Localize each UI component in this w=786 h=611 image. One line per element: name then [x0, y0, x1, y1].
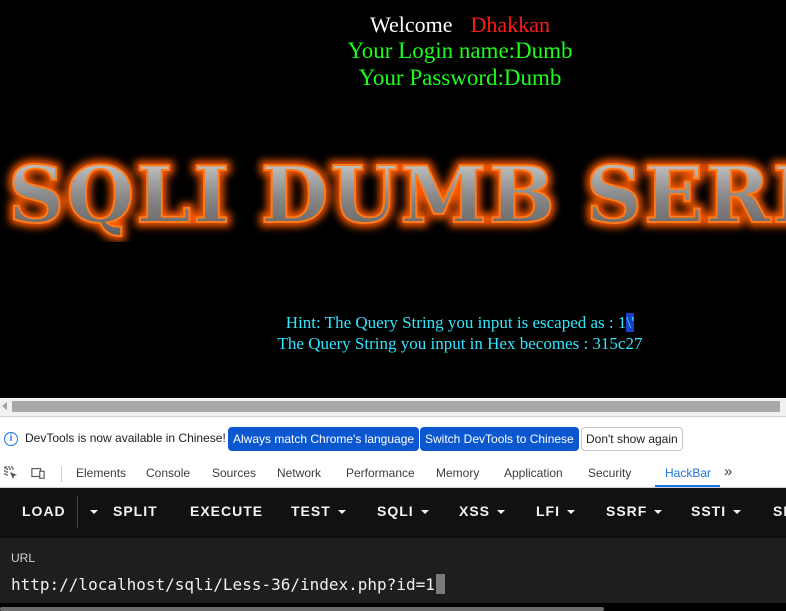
- execute-button[interactable]: EXECUTE: [190, 503, 263, 519]
- load-options-dropdown[interactable]: [83, 503, 98, 519]
- scrollbar-thumb[interactable]: [12, 401, 780, 412]
- tab-performance[interactable]: Performance: [346, 466, 415, 480]
- tab-elements[interactable]: Elements: [76, 466, 126, 480]
- chevron-down-icon: [654, 510, 663, 515]
- tab-network[interactable]: Network: [277, 466, 321, 480]
- devtools-tabbar: Elements Console Sources Network Perform…: [0, 460, 786, 488]
- chevron-down-icon: [420, 510, 429, 515]
- ssti-menu[interactable]: SSTI: [691, 503, 742, 519]
- tab-console[interactable]: Console: [146, 466, 190, 480]
- shell-menu[interactable]: SH: [773, 503, 786, 519]
- horizontal-scrollbar[interactable]: [0, 398, 786, 416]
- chevron-down-icon: [567, 510, 575, 515]
- tab-sources[interactable]: Sources: [212, 466, 256, 480]
- language-infobar: i DevTools is now available in Chinese! …: [0, 416, 786, 461]
- tab-memory[interactable]: Memory: [436, 466, 479, 480]
- chevron-down-icon: [497, 510, 506, 515]
- dont-show-again-button[interactable]: Don't show again: [581, 427, 683, 451]
- test-menu[interactable]: TEST: [291, 503, 346, 519]
- svg-text:SQLI DUMB SERIES: SQLI DUMB SERIES: [8, 150, 786, 241]
- url-panel: URL http://localhost/sqli/Less-36/index.…: [0, 538, 786, 603]
- infobar-message: DevTools is now available in Chinese!: [25, 431, 226, 445]
- tabbar-divider: [61, 466, 62, 482]
- scroll-left-icon[interactable]: [2, 402, 7, 410]
- banner-graphic: SQLI DUMB SERIES SQLI DUMB SERIES: [4, 146, 786, 243]
- tab-application[interactable]: Application: [504, 466, 563, 480]
- more-tabs-icon[interactable]: »: [724, 463, 732, 480]
- escaped-hint: Hint: The Query String you input is esca…: [0, 313, 786, 333]
- devtools-panel: i DevTools is now available in Chinese! …: [0, 416, 786, 611]
- text-cursor: [435, 574, 445, 594]
- split-button[interactable]: SPLIT: [113, 503, 158, 519]
- xss-menu[interactable]: XSS: [459, 503, 506, 519]
- always-match-language-button[interactable]: Always match Chrome's language: [228, 427, 420, 451]
- ssrf-menu[interactable]: SSRF: [606, 503, 663, 519]
- welcome-label: Welcome: [370, 12, 453, 37]
- url-label: URL: [11, 551, 36, 565]
- login-name-line: Your Login name:Dumb: [347, 38, 573, 63]
- tab-hackbar[interactable]: HackBar: [665, 466, 711, 480]
- chevron-down-icon: [90, 510, 98, 515]
- toolbar-divider: [77, 496, 78, 528]
- sqli-menu[interactable]: SQLI: [377, 503, 429, 519]
- password-line: Your Password:Dumb: [358, 65, 562, 90]
- hackbar-toolbar: LOAD SPLIT EXECUTE TEST SQLI XSS LFI SSR…: [0, 488, 786, 611]
- url-input[interactable]: http://localhost/sqli/Less-36/index.php?…: [11, 574, 445, 594]
- escaped-hint-text: Hint: The Query String you input is esca…: [285, 313, 627, 332]
- switch-devtools-chinese-button[interactable]: Switch DevTools to Chinese: [420, 427, 579, 451]
- info-icon: i: [4, 432, 18, 446]
- chevron-down-icon: [337, 510, 346, 515]
- selected-escaped-chars: \': [626, 313, 635, 332]
- toolbar-scrollbar[interactable]: [0, 607, 604, 611]
- inspect-element-icon[interactable]: [4, 466, 18, 480]
- tab-security[interactable]: Security: [588, 466, 631, 480]
- chevron-down-icon: [733, 510, 742, 515]
- welcome-line: Welcome Dhakkan: [0, 12, 786, 38]
- sqli-dumb-series-banner: SQLI DUMB SERIES SQLI DUMB SERIES: [0, 142, 786, 243]
- hex-hint: The Query String you input in Hex become…: [277, 334, 643, 353]
- url-value[interactable]: http://localhost/sqli/Less-36/index.php?…: [11, 575, 435, 594]
- sqli-page: Welcome Dhakkan Your Login name:Dumb Your…: [0, 0, 786, 398]
- welcome-user: Dhakkan: [470, 12, 550, 37]
- device-toolbar-icon[interactable]: [31, 466, 45, 480]
- active-tab-indicator: [655, 485, 720, 487]
- lfi-menu[interactable]: LFI: [536, 503, 575, 519]
- load-button[interactable]: LOAD: [22, 503, 66, 519]
